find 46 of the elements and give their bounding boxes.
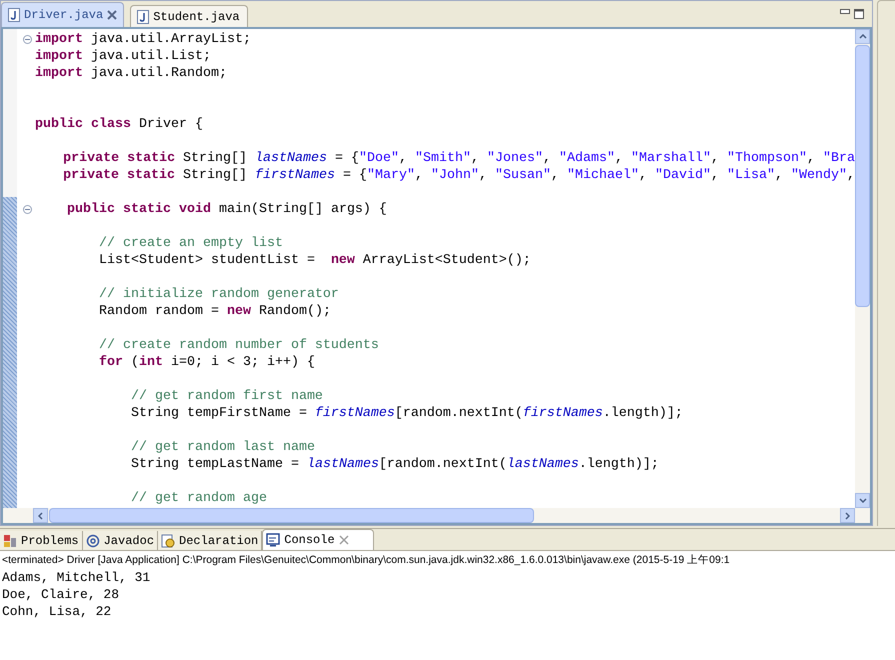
console-output-line: Doe, Claire, 28: [2, 586, 120, 603]
editor-tab[interactable]: Student.java: [130, 5, 248, 27]
code-line: String tempFirstName = firstNames[random.nextInt(firstNames.length)];: [130, 405, 683, 422]
code-line: // get random first name: [130, 388, 323, 405]
console-output-line: Cohn, Lisa, 22: [2, 603, 112, 620]
code-line: private static String[] firstNames = {"Mary", "John", "Susan", "Michael", "David", "Lisa", "Wendy",: [62, 167, 855, 184]
scroll-left-button[interactable]: [33, 508, 48, 523]
code-line: for (int i=0; i < 3; i++) {: [98, 354, 315, 371]
view-tab[interactable]: Console: [262, 529, 374, 550]
code-line: List<Student> studentList = new ArrayList<Student>();: [98, 252, 531, 269]
java-file-icon: [137, 10, 150, 24]
collapse-icon[interactable]: [22, 205, 32, 214]
code-line: Random random = new Random();: [98, 303, 331, 320]
code-line: private static String[] lastNames = {"Doe", "Smith", "Jones", "Adams", "Marshall", "Thompson", "Bra: [62, 150, 855, 167]
problems-icon: [3, 534, 17, 548]
console-icon: [266, 533, 280, 547]
code-line: public class Driver {: [35, 116, 203, 133]
code-line: // create an empty list: [98, 235, 283, 252]
code-line: import java.util.Random;: [35, 65, 227, 82]
code-line: // initialize random generator: [98, 286, 339, 303]
scroll-thumb[interactable]: [855, 45, 870, 307]
editor-tab[interactable]: Driver.java: [1, 2, 124, 27]
collapse-icon[interactable]: [22, 35, 32, 44]
code-line: public static void main(String[] args) {: [66, 201, 387, 218]
scroll-right-button[interactable]: [840, 508, 855, 523]
maximize-icon[interactable]: [854, 9, 864, 19]
code-line: // get random age: [130, 490, 267, 507]
code-line: String tempLastName = lastNames[random.nextInt(lastNames.length)];: [130, 456, 659, 473]
scroll-up-button[interactable]: [855, 29, 870, 44]
console-header: <terminated> Driver [Java Application] C:\Program Files\Genuitec\Common\binary\com.sun.java.jdk.win32.x86_1.6.0.013\bin\javaw.exe (2015-5-19 上午09:1: [2, 553, 731, 568]
console-output-line: Adams, Mitchell, 31: [2, 569, 152, 586]
code-line: import java.util.List;: [35, 48, 211, 65]
close-icon[interactable]: [338, 535, 349, 545]
declaration-icon: [161, 534, 176, 548]
view-tab[interactable]: Problems: [0, 531, 83, 550]
close-icon[interactable]: [107, 10, 118, 20]
code-line: import java.util.ArrayList;: [35, 31, 251, 48]
code-line: // create random number of students: [98, 337, 379, 354]
java-file-icon: [8, 8, 20, 22]
scroll-down-button[interactable]: [855, 493, 870, 508]
view-tab[interactable]: Javadoc: [82, 531, 158, 550]
code-line: // get random last name: [130, 439, 315, 456]
vertical-scrollbar[interactable]: [855, 29, 870, 508]
view-tab[interactable]: Declaration: [158, 531, 262, 550]
horizontal-scroll-thumb[interactable]: [49, 508, 534, 523]
minimize-icon[interactable]: [840, 9, 850, 15]
